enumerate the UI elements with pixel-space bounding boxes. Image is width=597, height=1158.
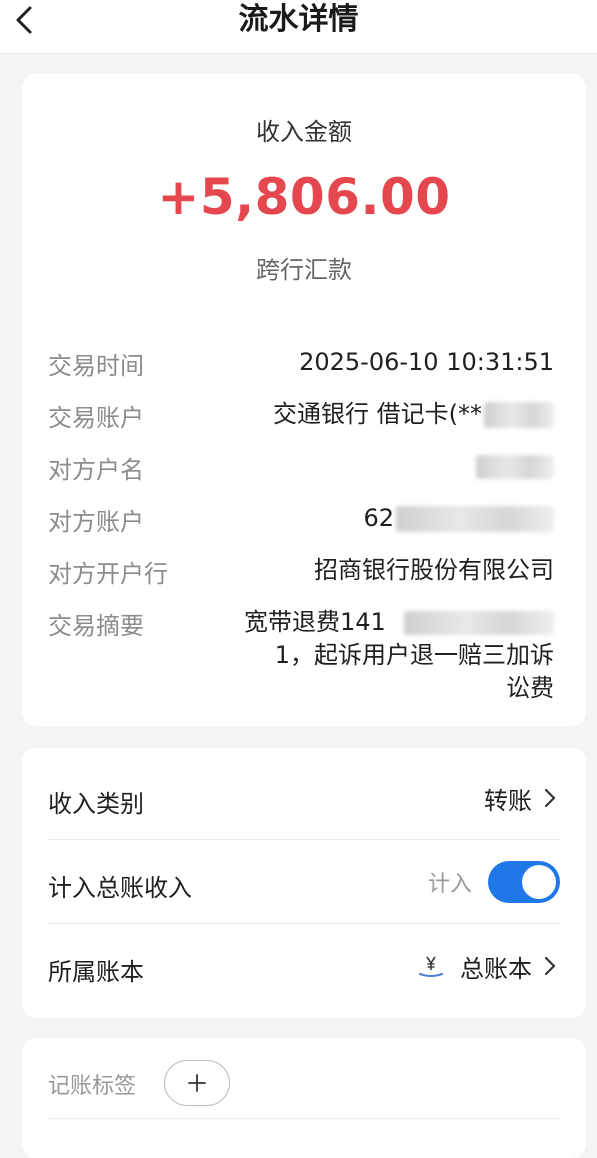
counterparty-bank-value: 招商银行股份有限公司 [314,556,554,584]
time-value: 2025-06-10 10:31:51 [299,348,554,376]
summary-value: 宽带退费141 1，起诉用户退一赔三加诉 讼费 [244,606,554,705]
income-category-row[interactable]: 收入类别 转账 [48,756,560,840]
ledger-income-toggle[interactable] [488,861,560,903]
account-label: 交易账户 [48,404,144,432]
counterparty-name-label: 对方户名 [48,456,144,484]
ledger-book-label: 所属账本 [48,958,144,986]
counterparty-account-label: 对方账户 [48,508,144,536]
detail-row-summary: 交易摘要 宽带退费141 1，起诉用户退一赔三加诉 讼费 [48,606,554,706]
amount-value: +5,806.00 [157,168,451,226]
page-title: 流水详情 [238,2,359,37]
divider [48,1118,560,1119]
tags-card: 记账标签 [22,1038,586,1158]
top-bar: 流水详情 [0,0,597,54]
plus-icon [188,1074,206,1092]
ledger-income-label: 计入总账收入 [48,874,192,902]
transaction-type: 跨行汇款 [256,256,352,284]
add-tag-button[interactable] [164,1060,230,1106]
tags-label: 记账标签 [48,1074,137,1099]
counterparty-account-value: 62 [363,504,394,532]
chevron-right-icon [544,788,556,808]
settings-card: 收入类别 转账 计入总账收入 计入 所属账本 总账本 [22,748,586,1018]
ledger-income-row: 计入总账收入 计入 [48,840,560,924]
masked-counterparty-account [396,506,554,532]
summary-line-3: 讼费 [506,674,554,702]
ledger-book-value: 总账本 [460,954,532,983]
summary-line-2: 1，起诉用户退一赔三加诉 [274,641,554,669]
masked-counterparty-name [476,455,554,479]
summary-label: 交易摘要 [48,612,144,640]
time-label: 交易时间 [48,352,144,380]
yen-book-icon [419,956,443,977]
amount-label: 收入金额 [256,118,352,146]
chevron-right-icon [544,956,556,976]
ledger-book-row[interactable]: 所属账本 总账本 [48,924,560,1008]
masked-card-number [484,402,554,428]
toggle-knob [522,865,556,899]
ledger-income-switch-caption: 计入 [427,872,472,897]
masked-summary-number [404,611,554,635]
summary-line-1: 宽带退费141 [244,608,386,636]
transaction-card: 收入金额 +5,806.00 跨行汇款 交易时间 2025-06-10 10:3… [22,74,586,726]
account-value: 交通银行 借记卡(** [273,400,482,428]
income-category-value: 转账 [484,786,532,815]
counterparty-bank-label: 对方开户行 [48,560,168,588]
income-category-label: 收入类别 [48,790,144,818]
